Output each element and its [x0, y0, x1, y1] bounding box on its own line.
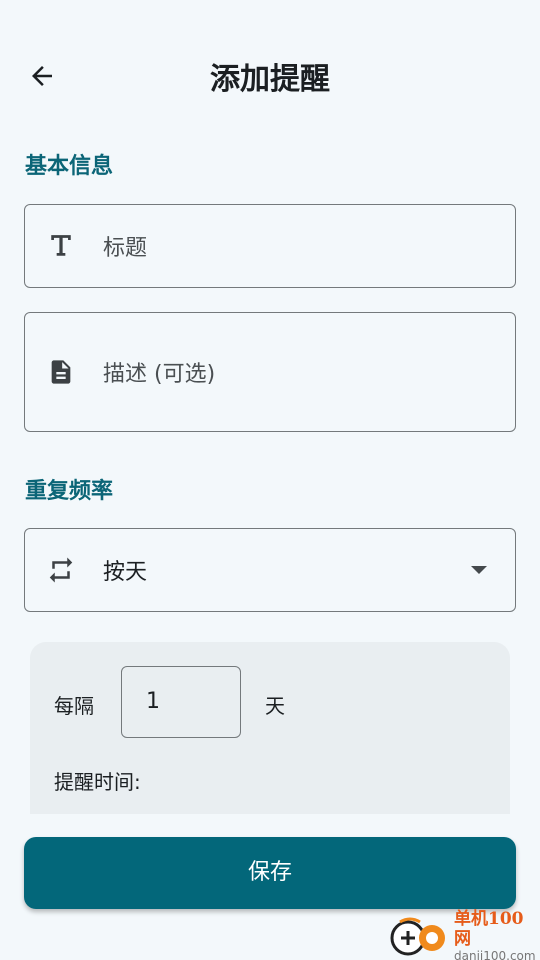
section-title-basic-info: 基本信息: [25, 154, 114, 179]
watermark-en: danji100.com: [454, 949, 536, 960]
repeat-icon: [45, 554, 77, 586]
page-title: 添加提醒: [210, 62, 330, 97]
interval-unit-label: 天: [265, 694, 285, 718]
reminder-time-label: 提醒时间:: [54, 770, 141, 794]
chevron-down-icon: [471, 566, 487, 574]
text-title-icon: [45, 230, 77, 262]
save-button[interactable]: 保存: [24, 837, 516, 909]
interval-prefix-label: 每隔: [54, 694, 94, 718]
repeat-selected-value: 按天: [103, 560, 148, 585]
interval-card: 每隔 1 天 提醒时间:: [30, 642, 510, 814]
add-reminder-screen: 添加提醒 基本信息 标题 描述 (可选) 重复频率 按天 每隔 1 天 提醒时间…: [0, 0, 540, 960]
interval-input[interactable]: 1: [121, 666, 241, 738]
description-field[interactable]: 描述 (可选): [24, 312, 516, 432]
document-icon: [45, 356, 77, 388]
watermark-cn: 单机100网: [454, 909, 524, 949]
title-field-placeholder: 标题: [103, 236, 148, 261]
watermark: 单机100网 danji100.com: [388, 909, 538, 960]
watermark-logo-icon: [388, 914, 450, 958]
title-field[interactable]: 标题: [24, 204, 516, 288]
repeat-frequency-dropdown[interactable]: 按天: [24, 528, 516, 612]
description-field-placeholder: 描述 (可选): [103, 362, 216, 387]
section-title-repeat: 重复频率: [25, 479, 114, 504]
